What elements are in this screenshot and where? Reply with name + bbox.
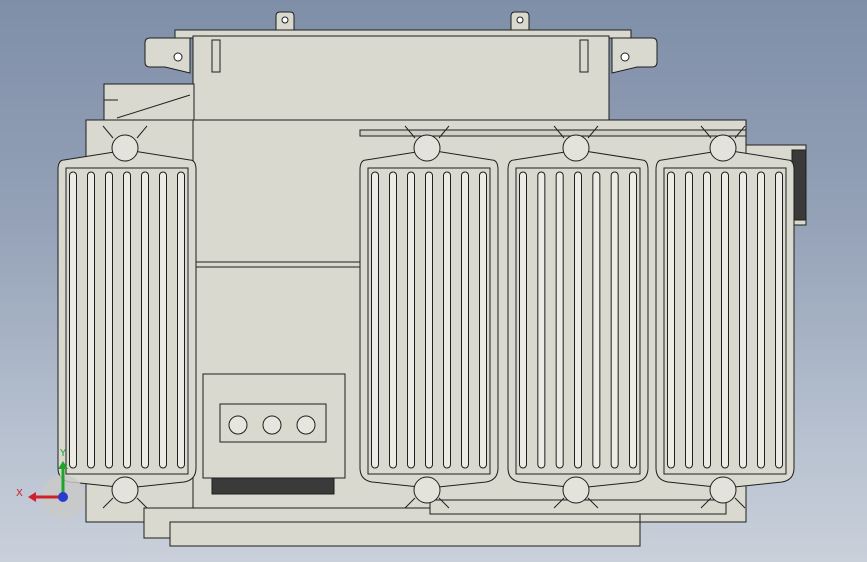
- radiator-fin: [177, 171, 185, 469]
- bracket-right: [611, 37, 658, 74]
- upper-tank: [192, 35, 610, 121]
- radiator-fin: [479, 171, 487, 469]
- radiator-header-bottom: [709, 476, 737, 504]
- radiator-fin: [389, 171, 397, 469]
- radiator-fin: [159, 171, 167, 469]
- radiator-fin: [574, 171, 582, 469]
- radiator-header-bottom: [111, 476, 139, 504]
- radiator-header-top: [413, 134, 441, 162]
- transformer-model-drawing: X Y: [16, 11, 807, 547]
- radiator-fin: [443, 171, 451, 469]
- 3d-viewport[interactable]: X Y: [0, 0, 867, 562]
- radiator-header-top: [111, 134, 139, 162]
- radiator-fin: [721, 171, 729, 469]
- radiator-fin: [555, 171, 564, 469]
- radiator-group: [57, 125, 795, 509]
- radiator-fin: [87, 171, 95, 469]
- radiator-fin: [757, 171, 765, 469]
- radiator-header-top: [562, 134, 590, 162]
- radiator-header-top: [709, 134, 737, 162]
- radiator-fin: [592, 171, 601, 469]
- radiator-fin: [519, 171, 527, 469]
- radiator-fin: [69, 171, 77, 469]
- radiator-fin: [461, 171, 469, 469]
- x-axis-label: X: [16, 488, 23, 499]
- radiator-fin: [739, 171, 747, 469]
- radiator-fin: [629, 171, 637, 469]
- z-axis-point: [58, 492, 68, 502]
- bracket-left: [144, 37, 191, 74]
- radiator-header-bottom: [562, 476, 590, 504]
- radiator-fin: [105, 171, 113, 469]
- radiator-fin: [537, 171, 546, 469]
- radiator-fin: [407, 171, 415, 469]
- y-axis-label: Y: [59, 448, 67, 459]
- radiator-fin: [123, 171, 131, 469]
- radiator-fin: [610, 171, 619, 469]
- radiator-fin: [685, 171, 693, 469]
- radiator-fin: [371, 171, 379, 469]
- radiator-fin: [667, 171, 675, 469]
- radiator-fin: [775, 171, 783, 469]
- radiator-fin: [425, 171, 433, 469]
- radiator-header-bottom: [413, 476, 441, 504]
- radiator-fin: [703, 171, 711, 469]
- radiator-fin: [141, 171, 149, 469]
